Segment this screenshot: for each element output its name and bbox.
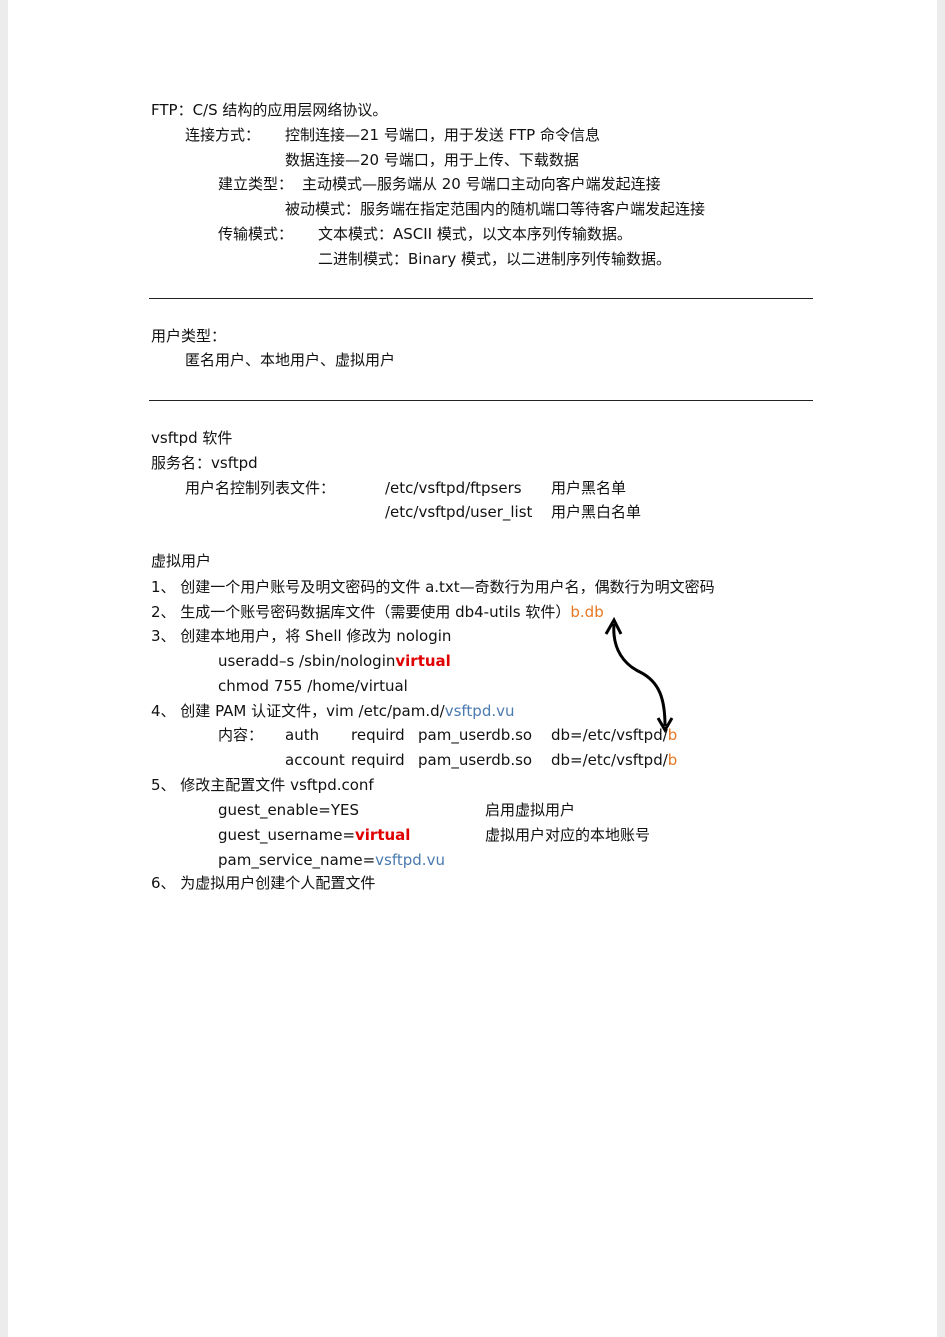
double-arrow-icon: [604, 616, 674, 733]
